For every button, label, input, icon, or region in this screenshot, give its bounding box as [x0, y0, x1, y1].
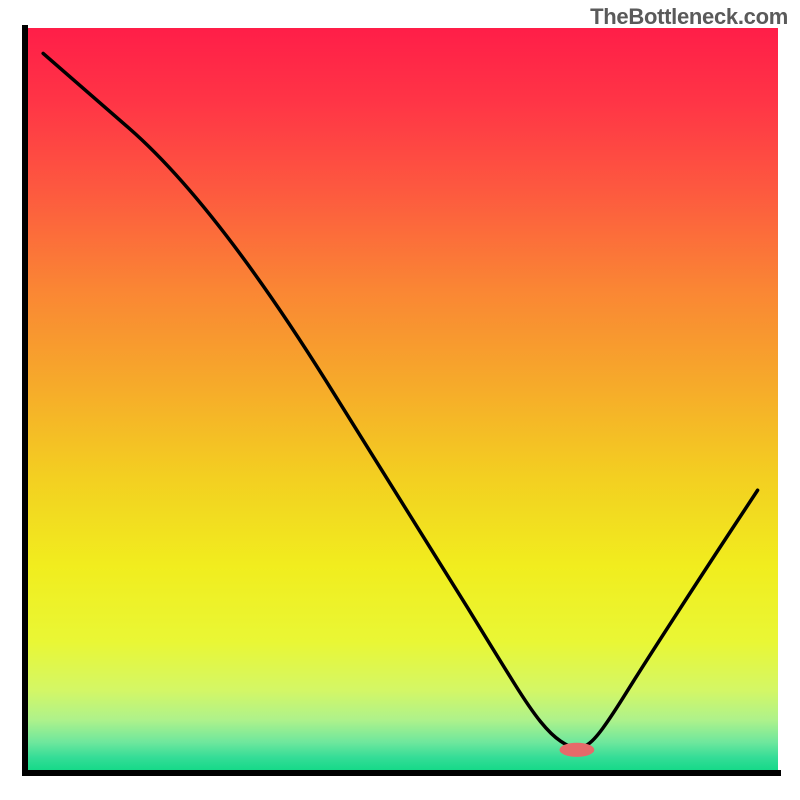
- optimal-marker: [560, 743, 595, 757]
- gradient-background: [22, 28, 778, 776]
- bottleneck-chart: [0, 0, 800, 800]
